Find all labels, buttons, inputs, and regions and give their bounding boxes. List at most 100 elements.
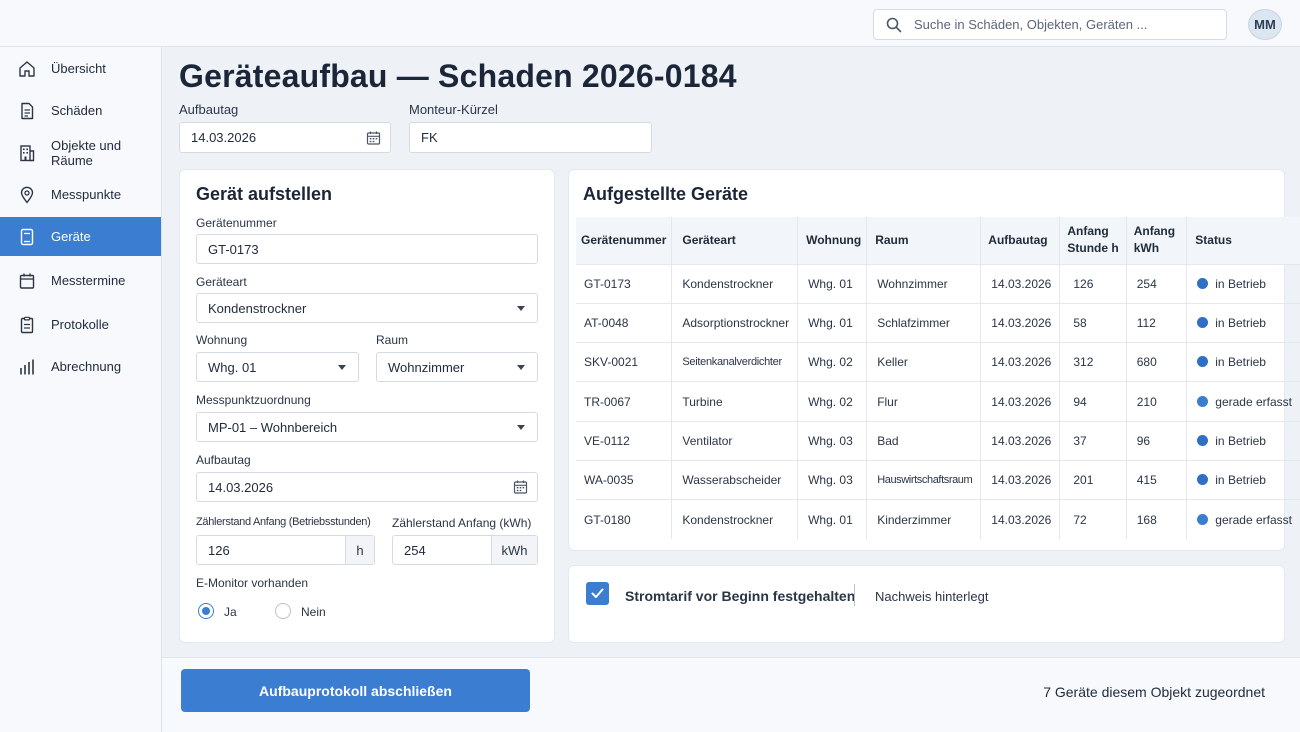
geraeteart-value: Kondenstrockner	[208, 300, 307, 316]
cell-nr: WA-0035	[576, 459, 673, 500]
sidebar-item-schaeden[interactable]: Schäden	[0, 91, 161, 130]
messpunkt-value: MP-01 – Wohnbereich	[208, 419, 338, 435]
cell-kwh: 680	[1126, 342, 1188, 382]
zaehler-kwh-unit: kWh	[491, 536, 537, 564]
col-geraetenummer[interactable]: Gerätenummer	[576, 217, 673, 264]
sidebar-item-objekte[interactable]: Objekte und Räume	[0, 133, 161, 172]
status-dot-icon	[1197, 395, 1209, 407]
sidebar-item-geraete[interactable]: Geräte	[0, 217, 161, 256]
sidebar-item-label: Übersicht	[51, 61, 106, 76]
sidebar-item-abrechnung[interactable]: Abrechnung	[0, 347, 161, 386]
cell-whg: Whg. 01	[797, 302, 868, 343]
sidebar-item-label: Protokolle	[51, 317, 109, 332]
status-badge: in Betrieb	[1215, 433, 1266, 448]
zaehler-h-field[interactable]: 126 h	[196, 535, 375, 565]
map-pin-icon	[20, 186, 34, 204]
tariff-checkbox[interactable]	[586, 582, 609, 605]
aufbautag-label: Aufbautag	[179, 102, 239, 117]
search-input[interactable]	[914, 17, 1204, 32]
sidebar-item-protokolle[interactable]: Protokolle	[0, 305, 161, 344]
cell-h: 37	[1059, 420, 1127, 461]
raum-label: Raum	[376, 333, 409, 347]
sidebar-item-messpunkte[interactable]: Messpunkte	[0, 175, 161, 214]
search-icon	[886, 17, 902, 32]
cell-nr: GT-0180	[576, 499, 673, 540]
sidebar-item-uebersicht[interactable]: Übersicht	[0, 49, 161, 88]
geraetenummer-field[interactable]: GT-0173	[196, 234, 538, 264]
col-geraeteart[interactable]: Geräteart	[671, 217, 799, 264]
raum-select[interactable]: Wohnzimmer	[376, 352, 538, 382]
wohnung-value: Whg. 01	[208, 359, 257, 375]
calendar-icon[interactable]	[366, 130, 381, 145]
table-row[interactable]: WA-0035 Wasserabscheider Whg. 03 Hauswirtsc…	[576, 459, 1300, 500]
cell-whg: Whg. 03	[797, 420, 868, 461]
cell-tag: 14.03.2026	[980, 459, 1061, 500]
cell-whg: Whg. 03	[797, 459, 868, 500]
table-row[interactable]: VE-0112 Ventilator Whg. 03 Bad 14.03.2026 37 9…	[576, 420, 1300, 461]
monteur-value: FK	[421, 130, 438, 145]
cell-h: 94	[1059, 381, 1127, 422]
radio-nein-label[interactable]: Nein	[301, 605, 326, 619]
col-wohnung[interactable]: Wohnung	[797, 217, 868, 264]
cell-raum: Kinderzimmer	[866, 499, 982, 540]
cell-raum: Wohnzimmer	[866, 263, 982, 304]
cell-art: Turbine	[671, 381, 799, 422]
cell-art: Ventilator	[671, 420, 799, 461]
table-row[interactable]: SKV-0021 Seitenkanalverdichter Whg. 02 Kell…	[576, 342, 1300, 382]
col-raum[interactable]: Raum	[866, 217, 982, 264]
wohnung-select[interactable]: Whg. 01	[196, 352, 359, 382]
table-row[interactable]: TR-0067 Turbine Whg. 02 Flur 14.03.2026 94 210…	[576, 381, 1300, 422]
tariff-proof: Nachweis hinterlegt	[875, 589, 989, 604]
form-aufbautag-field[interactable]: 14.03.2026	[196, 472, 538, 502]
user-avatar[interactable]: MM	[1248, 9, 1282, 40]
cell-kwh: 254	[1126, 263, 1188, 304]
cell-tag: 14.03.2026	[980, 381, 1061, 422]
tariff-card	[568, 565, 1285, 643]
complete-protocol-button[interactable]: Aufbauprotokoll abschließen	[181, 669, 530, 712]
calendar-icon[interactable]	[513, 480, 528, 495]
document-icon	[21, 102, 34, 119]
table-row[interactable]: GT-0173 Kondenstrockner Whg. 01 Wohnzimmer 1…	[576, 263, 1300, 304]
cell-h: 126	[1059, 263, 1127, 304]
aufbautag-field[interactable]: 14.03.2026	[179, 122, 391, 153]
zaehler-kwh-field[interactable]: 254 kWh	[392, 535, 538, 565]
tariff-label[interactable]: Stromtarif vor Beginn festgehalten	[625, 588, 855, 604]
cell-h: 312	[1059, 342, 1127, 382]
cell-raum: Schlafzimmer	[866, 302, 982, 343]
divider	[854, 584, 855, 606]
cell-tag: 14.03.2026	[980, 302, 1061, 343]
radio-ja[interactable]	[198, 603, 214, 619]
col-anfang-kwh[interactable]: Anfang kWh	[1126, 217, 1188, 264]
monteur-label: Monteur-Kürzel	[409, 102, 498, 117]
global-search[interactable]	[873, 9, 1227, 40]
table-row[interactable]: GT-0180 Kondenstrockner Whg. 01 Kinderzimme…	[576, 499, 1300, 540]
geraeteart-select[interactable]: Kondenstrockner	[196, 293, 538, 323]
cell-status: gerade erfasst	[1186, 381, 1300, 422]
chevron-down-icon	[338, 365, 346, 370]
cell-whg: Whg. 02	[797, 381, 868, 422]
cell-status: in Betrieb	[1186, 420, 1300, 461]
radio-nein[interactable]	[275, 603, 291, 619]
cell-whg: Whg. 01	[797, 499, 868, 540]
status-badge: in Betrieb	[1215, 473, 1266, 488]
monteur-field[interactable]: FK	[409, 122, 652, 153]
devices-table: Gerätenummer Geräteart Wohnung Raum Aufb…	[576, 217, 1300, 540]
cell-kwh: 168	[1126, 499, 1188, 540]
checkmark-icon	[591, 588, 604, 598]
cell-raum: Bad	[866, 420, 982, 461]
col-anfang-h[interactable]: Anfang Stunde h	[1059, 217, 1127, 264]
messpunkt-select[interactable]: MP-01 – Wohnbereich	[196, 412, 538, 442]
status-badge: in Betrieb	[1215, 355, 1266, 370]
cell-h: 201	[1059, 459, 1127, 500]
col-status[interactable]: Status	[1186, 217, 1300, 264]
zaehler-h-value: 126	[208, 542, 230, 558]
status-dot-icon	[1197, 316, 1209, 328]
table-row[interactable]: AT-0048 Adsorptionstrockner Whg. 01 Schlafz…	[576, 302, 1300, 343]
cell-raum: Hauswirtschaftsraum	[866, 459, 982, 500]
radio-ja-label[interactable]: Ja	[224, 605, 237, 619]
sidebar-item-messtermine[interactable]: Messtermine	[0, 261, 161, 300]
emonitor-label: E-Monitor vorhanden	[196, 576, 309, 590]
status-badge: gerade erfasst	[1215, 512, 1292, 527]
col-aufbautag[interactable]: Aufbautag	[980, 217, 1061, 264]
cell-raum: Keller	[866, 342, 982, 382]
